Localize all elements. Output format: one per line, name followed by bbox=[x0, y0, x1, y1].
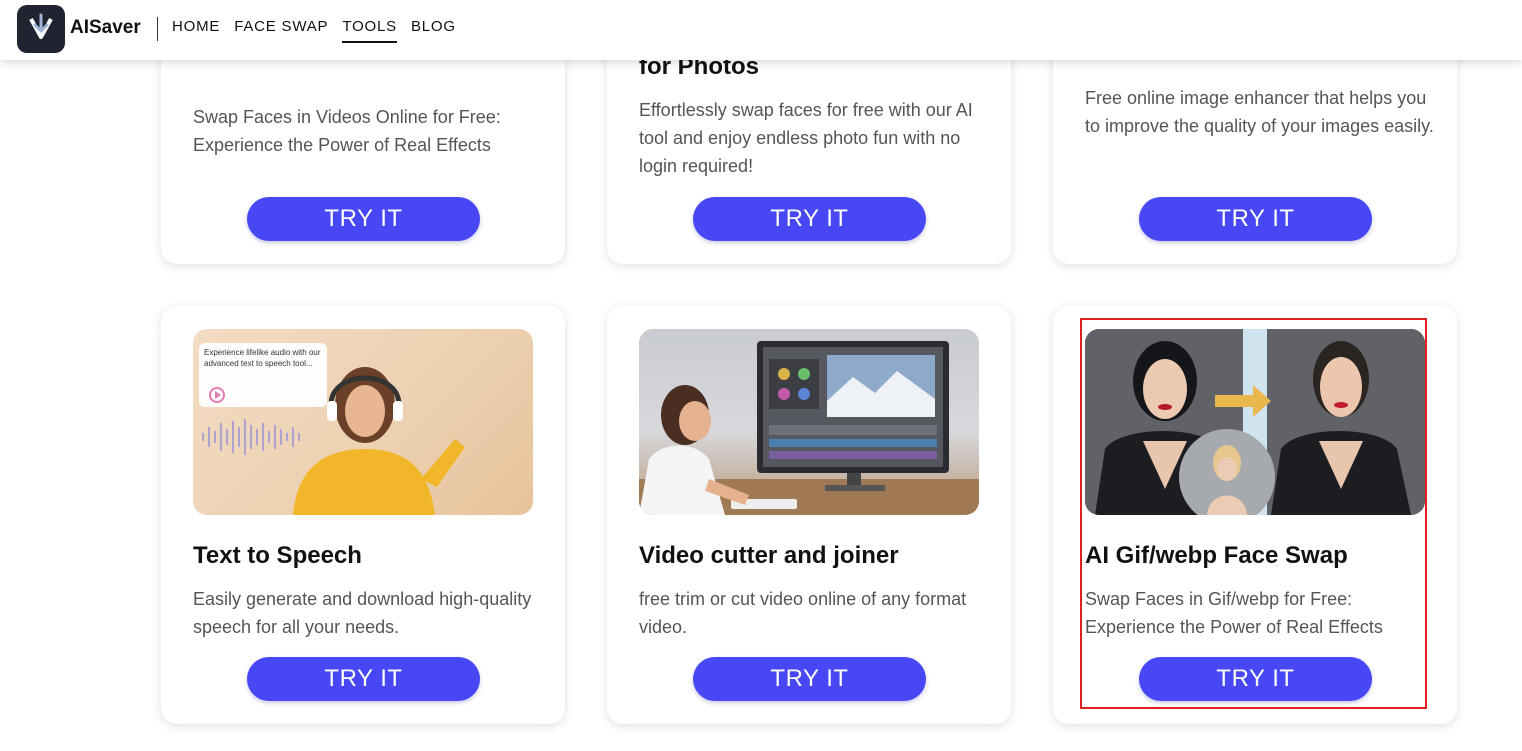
nav-tools[interactable]: TOOLS bbox=[342, 18, 397, 43]
gif-face-swap-image[interactable] bbox=[1085, 329, 1425, 515]
card-title: Text to Speech bbox=[193, 542, 362, 569]
nav-face-swap[interactable]: FACE SWAP bbox=[234, 18, 328, 43]
try-it-button[interactable]: TRY IT bbox=[1139, 197, 1372, 241]
nav-blog[interactable]: BLOG bbox=[411, 18, 456, 43]
card-description: Swap Faces in Videos Online for Free: Ex… bbox=[193, 107, 501, 155]
try-it-button[interactable]: TRY IT bbox=[693, 657, 926, 701]
tool-card-text-to-speech: Experience lifelike audio with our advan… bbox=[161, 306, 565, 724]
video-cutter-image[interactable] bbox=[639, 329, 979, 515]
card-title: AI Gif/webp Face Swap bbox=[1085, 542, 1348, 569]
header-divider bbox=[157, 17, 158, 41]
card-description: free trim or cut video online of any for… bbox=[639, 589, 967, 637]
top-nav-bar: AISaver HOME FACE SWAP TOOLS BLOG bbox=[0, 0, 1522, 60]
try-it-button[interactable]: TRY IT bbox=[247, 657, 480, 701]
tool-card-video-cutter: Video cutter and joiner free trim or cut… bbox=[607, 306, 1011, 724]
try-it-button[interactable]: TRY IT bbox=[247, 197, 480, 241]
page: AISaver HOME FACE SWAP TOOLS BLOG Swap F… bbox=[0, 0, 1522, 751]
card-description: Free online image enhancer that helps yo… bbox=[1085, 88, 1434, 136]
card-description: Easily generate and download high-qualit… bbox=[193, 589, 532, 637]
aisaver-logo-icon[interactable] bbox=[17, 5, 65, 53]
card-title: Video cutter and joiner bbox=[639, 542, 899, 569]
nav-home[interactable]: HOME bbox=[172, 18, 220, 43]
tool-card-gif-face-swap: AI Gif/webp Face Swap Swap Faces in Gif/… bbox=[1053, 306, 1457, 724]
image-caption: Experience lifelike audio with our advan… bbox=[204, 348, 321, 368]
brand-name[interactable]: AISaver bbox=[70, 17, 141, 39]
main-nav: HOME FACE SWAP TOOLS BLOG bbox=[172, 18, 470, 43]
try-it-button[interactable]: TRY IT bbox=[693, 197, 926, 241]
card-description: Effortlessly swap faces for free with ou… bbox=[639, 100, 973, 176]
text-to-speech-image[interactable]: Experience lifelike audio with our advan… bbox=[193, 329, 533, 515]
card-description: Swap Faces in Gif/webp for Free: Experie… bbox=[1085, 589, 1383, 637]
try-it-button[interactable]: TRY IT bbox=[1139, 657, 1372, 701]
